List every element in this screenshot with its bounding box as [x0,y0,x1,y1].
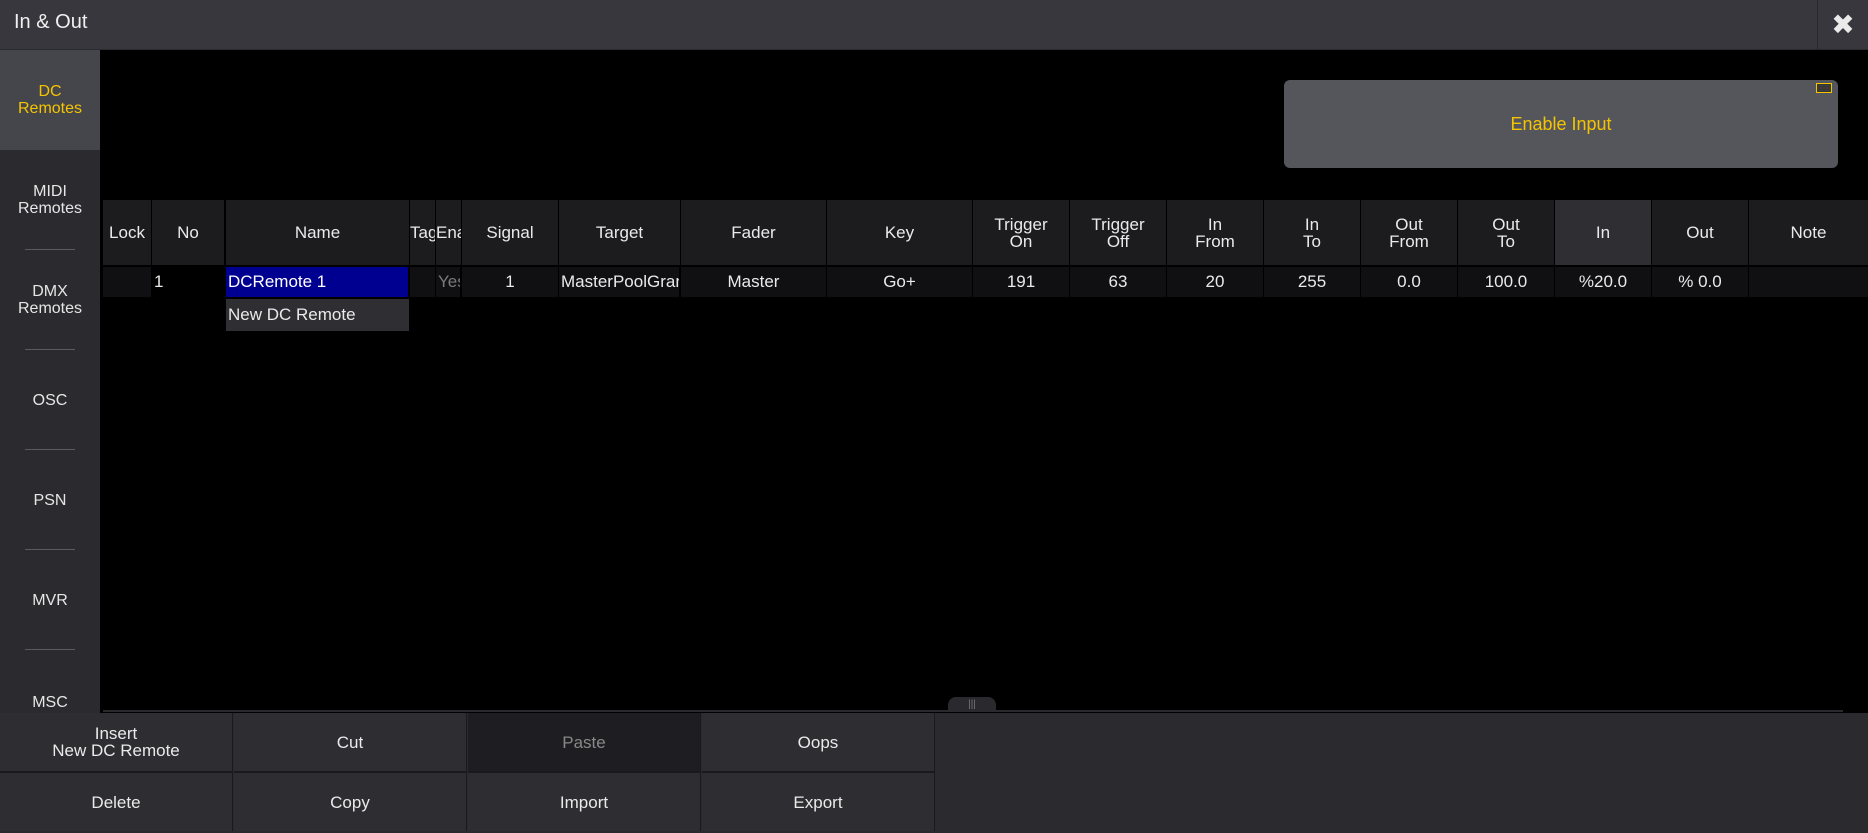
cell-no[interactable]: 1 [152,267,224,297]
sidebar: DC Remotes MIDI Remotes DMX Remotes OSC … [0,50,100,715]
cell-fader[interactable]: Master [681,267,827,297]
cell-lock[interactable] [103,267,152,297]
export-button[interactable]: Export [702,773,935,831]
close-icon[interactable]: ✖ [1817,0,1868,49]
cell-enabled[interactable]: Yes [436,267,461,297]
sidebar-item-midi-remotes[interactable]: MIDI Remotes [0,150,100,250]
cell-in: %20.0 [1555,267,1652,297]
sidebar-item-osc[interactable]: OSC [0,350,100,450]
insert-button[interactable]: Insert New DC Remote [0,713,233,773]
cell-in-from[interactable]: 20 [1167,267,1264,297]
cell-out-to[interactable]: 100.0 [1458,267,1555,297]
sidebar-item-msc[interactable]: MSC [0,650,100,715]
column-header-out-to[interactable]: Out To [1458,200,1555,265]
cell-name[interactable]: DCRemote 1 [226,267,409,297]
column-header-tag[interactable]: Tag [410,200,436,265]
sidebar-item-label: MIDI Remotes [17,183,83,217]
column-header-trigger-off[interactable]: Trigger Off [1070,200,1167,265]
cell-signal[interactable]: 1 [462,267,559,297]
enable-input-label: Enable Input [1510,113,1612,134]
column-header-lock[interactable]: Lock [103,200,152,265]
sidebar-item-label: PSN [33,491,67,509]
column-header-in-to[interactable]: In To [1264,200,1361,265]
column-header-in-from[interactable]: In From [1167,200,1264,265]
column-header-note[interactable]: Note [1749,200,1868,265]
enable-input-button[interactable]: Enable Input [1284,80,1838,168]
column-header-fader[interactable]: Fader [681,200,827,265]
column-header-enabled[interactable]: Enabled [436,200,462,265]
cell-trigger-on[interactable]: 191 [973,267,1070,297]
cell-target[interactable]: MasterPoolGrand [559,267,680,297]
sidebar-item-label: OSC [32,391,68,409]
column-header-trigger-on[interactable]: Trigger On [973,200,1070,265]
state-indicator-icon [1816,83,1832,93]
sidebar-item-dc-remotes[interactable]: DC Remotes [0,50,100,150]
cell-out-from[interactable]: 0.0 [1361,267,1458,297]
sidebar-item-dmx-remotes[interactable]: DMX Remotes [0,250,100,350]
column-header-no[interactable]: No [152,200,225,265]
sidebar-item-mvr[interactable]: MVR [0,550,100,650]
import-button[interactable]: Import [468,773,701,831]
delete-button[interactable]: Delete [0,773,233,831]
sidebar-item-psn[interactable]: PSN [0,450,100,550]
column-header-key[interactable]: Key [827,200,973,265]
column-header-signal[interactable]: Signal [462,200,559,265]
column-header-name[interactable]: Name [226,200,410,265]
cell-trigger-off[interactable]: 63 [1070,267,1167,297]
cut-button[interactable]: Cut [234,713,467,773]
sidebar-item-label: MVR [32,591,68,609]
cell-in-to[interactable]: 255 [1264,267,1361,297]
cell-tag[interactable] [410,267,436,297]
oops-button[interactable]: Oops [702,713,935,773]
window-title: In & Out [14,11,88,33]
cell-key[interactable]: Go+ [827,267,973,297]
column-header-out-from[interactable]: Out From [1361,200,1458,265]
column-header-in[interactable]: In [1555,200,1652,265]
paste-button[interactable]: Paste [468,713,701,773]
copy-button[interactable]: Copy [234,773,467,831]
cell-note[interactable] [1749,267,1868,297]
sidebar-item-label: DC Remotes [17,83,83,117]
title-bar: In & Out ✖ [0,0,1868,50]
new-dc-remote-row[interactable]: New DC Remote [226,299,409,331]
sidebar-item-label: MSC [32,694,68,711]
bottom-toolbar: Insert New DC Remote Cut Paste Oops Dele… [0,713,1868,833]
cell-out: % 0.0 [1652,267,1749,297]
sidebar-item-label: DMX Remotes [17,283,83,317]
splitter-grip-icon[interactable]: ||| [948,697,996,711]
column-header-out[interactable]: Out [1652,200,1749,265]
column-header-target[interactable]: Target [559,200,681,265]
